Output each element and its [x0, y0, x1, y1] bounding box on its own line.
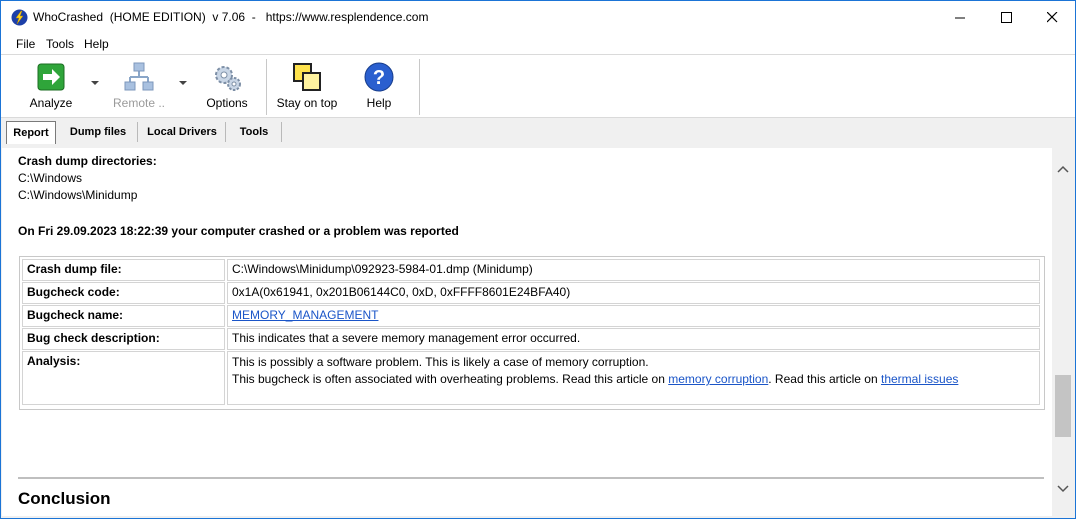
- minimize-icon: [954, 17, 965, 19]
- crash-dir-item: C:\Windows: [18, 171, 83, 185]
- toolbar-separator: [266, 59, 267, 115]
- crash-details-table: Crash dump file: C:\Windows\Minidump\092…: [19, 256, 1045, 410]
- bugcheck-name-link[interactable]: MEMORY_MANAGEMENT: [232, 308, 378, 322]
- options-button[interactable]: Options: [197, 59, 257, 115]
- remote-label: Remote ..: [112, 96, 166, 110]
- analysis-line-1: This is possibly a software problem. Thi…: [232, 355, 649, 369]
- tab-tools[interactable]: Tools: [227, 122, 282, 142]
- conclusion-heading: Conclusion: [18, 489, 111, 508]
- analyze-label: Analyze: [29, 96, 73, 110]
- table-key: Bugcheck name:: [22, 305, 225, 327]
- app-window: WhoCrashed (HOME EDITION) v 7.06 - https…: [0, 0, 1076, 519]
- menu-help[interactable]: Help: [84, 37, 109, 51]
- scrollbar-thumb[interactable]: [1055, 375, 1071, 437]
- stay-on-top-label: Stay on top: [276, 96, 338, 110]
- lightning-icon: [11, 9, 28, 26]
- analysis-text: . Read this article on: [768, 372, 881, 386]
- analysis-text: This bugcheck is often associated with o…: [232, 372, 669, 386]
- svg-text:?: ?: [373, 67, 385, 89]
- scroll-up-icon[interactable]: [1057, 164, 1069, 176]
- stay-on-top-button[interactable]: Stay on top: [273, 59, 341, 115]
- maximize-button[interactable]: [983, 1, 1029, 34]
- menu-bar: File Tools Help: [1, 34, 1075, 55]
- table-value: MEMORY_MANAGEMENT: [227, 305, 1040, 327]
- stay-on-top-icon: [293, 63, 321, 91]
- close-icon: [1046, 12, 1057, 23]
- help-question-icon: ?: [364, 62, 394, 92]
- close-button[interactable]: [1029, 1, 1075, 34]
- table-value: This is possibly a software problem. Thi…: [227, 351, 1040, 405]
- vertical-scrollbar[interactable]: [1053, 148, 1073, 516]
- tab-strip: Report Dump files Local Drivers Tools: [1, 119, 1075, 145]
- toolbar-separator: [419, 59, 420, 115]
- analyze-dropdown-arrow[interactable]: [91, 81, 99, 85]
- table-key: Bugcheck code:: [22, 282, 225, 304]
- analysis-line-2: This bugcheck is often associated with o…: [232, 371, 1035, 388]
- table-value: 0x1A(0x61941, 0x201B06144C0, 0xD, 0xFFFF…: [227, 282, 1040, 304]
- tab-dump-files[interactable]: Dump files: [59, 122, 138, 142]
- report-content: Crash dump directories: C:\Windows C:\Wi…: [2, 148, 1052, 516]
- crash-dir-item: C:\Windows\Minidump: [18, 188, 138, 202]
- table-key: Bug check description:: [22, 328, 225, 350]
- tab-report[interactable]: Report: [6, 121, 56, 144]
- toolbar: Analyze Remote .. Options Stay on top ? …: [1, 55, 1075, 118]
- table-key: Crash dump file:: [22, 259, 225, 281]
- tab-local-drivers[interactable]: Local Drivers: [139, 122, 226, 142]
- table-value: C:\Windows\Minidump\092923-5984-01.dmp (…: [227, 259, 1040, 281]
- thermal-issues-link[interactable]: thermal issues: [881, 372, 958, 386]
- window-title: WhoCrashed (HOME EDITION) v 7.06 - https…: [33, 10, 429, 24]
- section-divider: [18, 477, 1044, 479]
- network-icon: [124, 62, 154, 91]
- table-key: Analysis:: [22, 351, 225, 405]
- menu-tools[interactable]: Tools: [46, 37, 74, 51]
- help-label: Help: [366, 96, 392, 110]
- remote-dropdown-arrow[interactable]: [179, 81, 187, 85]
- menu-file[interactable]: File: [16, 37, 35, 51]
- crash-dirs-title: Crash dump directories:: [18, 154, 157, 168]
- crash-heading: On Fri 29.09.2023 18:22:39 your computer…: [18, 224, 459, 238]
- remote-button[interactable]: Remote ..: [107, 59, 171, 115]
- options-label: Options: [206, 96, 248, 110]
- analyze-arrow-icon: [37, 63, 65, 91]
- help-button[interactable]: ? Help: [353, 59, 405, 115]
- analyze-button[interactable]: Analyze: [21, 59, 81, 115]
- scroll-down-icon[interactable]: [1057, 482, 1069, 494]
- maximize-icon: [1000, 12, 1012, 23]
- gears-icon: [215, 66, 241, 91]
- memory-corruption-link[interactable]: memory corruption: [668, 372, 768, 386]
- table-value: This indicates that a severe memory mana…: [227, 328, 1040, 350]
- title-bar: WhoCrashed (HOME EDITION) v 7.06 - https…: [1, 1, 1075, 34]
- minimize-button[interactable]: [937, 1, 983, 34]
